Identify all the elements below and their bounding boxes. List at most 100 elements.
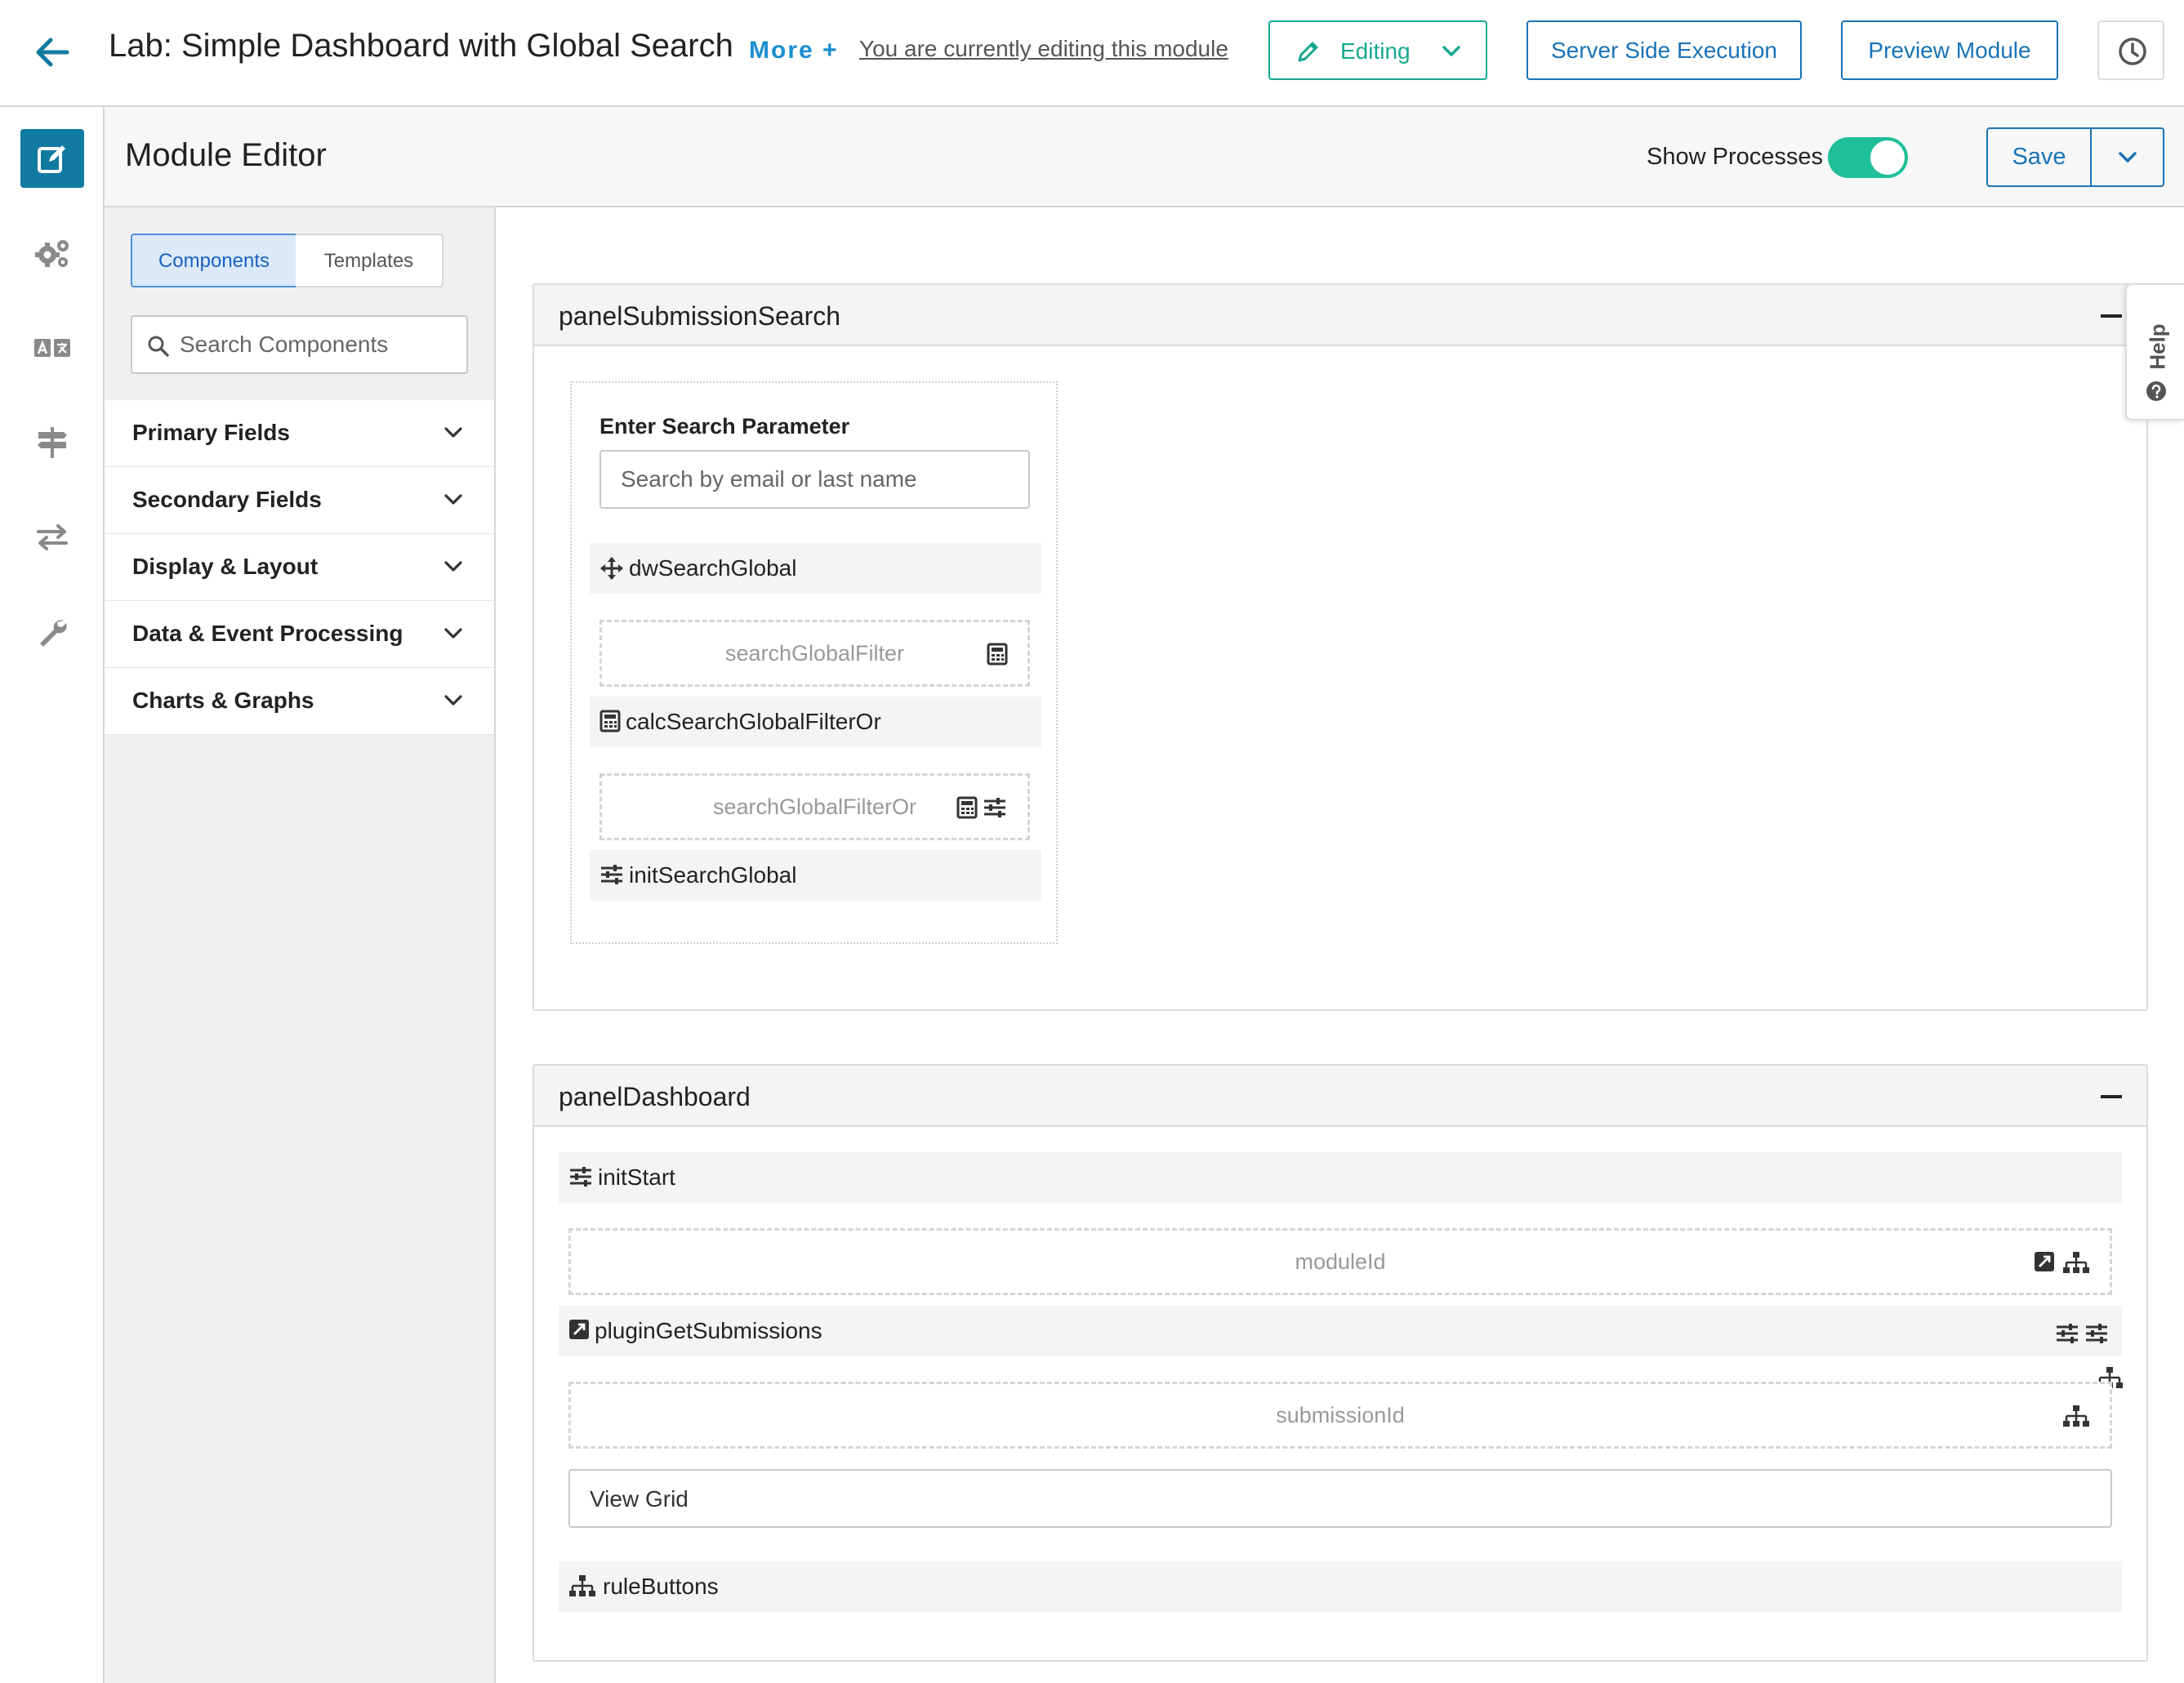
chevron-down-icon <box>1442 46 1460 56</box>
editing-dropdown-button[interactable]: Editing <box>1268 20 1487 80</box>
category-primary-fields[interactable]: Primary Fields <box>105 400 494 467</box>
sliders-icon <box>570 1167 591 1187</box>
search-column-container: Enter Search Parameter dwSearchGlobal se… <box>570 381 1058 944</box>
component-label: initStart <box>598 1164 675 1190</box>
hidden-field-search-global-filter-or[interactable]: searchGlobalFilterOr <box>599 773 1030 840</box>
category-label: Secondary Fields <box>132 487 322 512</box>
help-label: Help <box>2145 323 2170 370</box>
hidden-field-search-global-filter[interactable]: searchGlobalFilter <box>599 620 1030 687</box>
question-circle-icon <box>2146 381 2166 401</box>
server-side-execution-button[interactable]: Server Side Execution <box>1527 20 1802 80</box>
chevron-down-icon <box>444 628 462 639</box>
sitemap-icon <box>2063 1405 2089 1427</box>
search-parameter-input[interactable] <box>599 450 1030 509</box>
component-category-list: Primary Fields Secondary Fields Display … <box>105 400 494 735</box>
collapse-icon[interactable] <box>2101 1095 2122 1098</box>
component-init-search-global[interactable]: initSearchGlobal <box>590 850 1041 901</box>
category-charts-graphs[interactable]: Charts & Graphs <box>105 668 494 735</box>
component-calc-search-global-filter-or[interactable]: calcSearchGlobalFilterOr <box>590 697 1041 747</box>
chevron-down-icon <box>444 561 462 572</box>
search-field-label: Enter Search Parameter <box>599 414 850 439</box>
hidden-field-module-id[interactable]: moduleId <box>568 1228 2112 1295</box>
module-editor-title: Module Editor <box>125 137 327 173</box>
save-options-dropdown[interactable] <box>2092 129 2163 185</box>
panel-header: panelSubmissionSearch <box>534 285 2146 346</box>
tab-templates[interactable]: Templates <box>296 234 443 287</box>
plugin-icon <box>569 1320 589 1339</box>
save-button-group: Save <box>1986 127 2164 187</box>
show-processes-label: Show Processes <box>1647 144 1823 170</box>
component-label: pluginGetSubmissions <box>595 1318 822 1343</box>
help-tab[interactable]: Help <box>2125 283 2184 421</box>
tab-components[interactable]: Components <box>131 234 297 287</box>
module-title: Lab: Simple Dashboard with Global Search <box>109 28 733 64</box>
component-plugin-get-submissions[interactable]: pluginGetSubmissions <box>559 1306 2122 1356</box>
panel-header: panelDashboard <box>534 1066 2146 1127</box>
hidden-field-submission-id[interactable]: submissionId <box>568 1382 2112 1449</box>
rail-data-transfer[interactable] <box>20 508 84 567</box>
chevron-down-icon <box>444 695 462 706</box>
calculator-icon <box>956 796 978 819</box>
component-label: initSearchGlobal <box>629 862 797 888</box>
field-label: moduleId <box>1295 1249 1386 1274</box>
category-label: Charts & Graphs <box>132 688 314 713</box>
editing-status-link[interactable]: You are currently editing this module <box>859 36 1228 62</box>
category-data-event-processing[interactable]: Data & Event Processing <box>105 601 494 668</box>
plugin-icon <box>2035 1252 2054 1271</box>
edit-icon <box>38 145 65 173</box>
sitemap-icon <box>2063 1252 2089 1273</box>
panel-dashboard[interactable]: panelDashboard initStart moduleId plugin… <box>533 1064 2148 1662</box>
category-display-layout[interactable]: Display & Layout <box>105 534 494 601</box>
search-icon <box>148 336 169 357</box>
category-secondary-fields[interactable]: Secondary Fields <box>105 467 494 534</box>
components-sidebar: Components Templates Primary Fields Seco… <box>105 207 496 1683</box>
component-label: dwSearchGlobal <box>629 555 797 581</box>
clock-icon <box>2119 38 2146 65</box>
view-grid-component[interactable]: View Grid <box>568 1469 2112 1528</box>
rail-translations[interactable] <box>20 318 84 377</box>
preview-module-button[interactable]: Preview Module <box>1841 20 2058 80</box>
rail-navigation[interactable] <box>20 413 84 472</box>
category-label: Data & Event Processing <box>132 621 403 646</box>
gears-icon <box>35 240 69 267</box>
move-arrows-icon <box>600 557 623 580</box>
module-editor-header: Module Editor Show Processes Save <box>105 107 2184 207</box>
component-init-start[interactable]: initStart <box>559 1152 2122 1203</box>
field-label: searchGlobalFilter <box>724 641 905 666</box>
history-button[interactable] <box>2097 20 2164 80</box>
calculator-icon <box>987 643 1008 666</box>
component-search-input[interactable] <box>180 327 457 363</box>
translate-icon <box>34 339 70 357</box>
component-rule-buttons[interactable]: ruleButtons <box>559 1561 2122 1612</box>
back-arrow-icon[interactable] <box>29 29 75 75</box>
field-label: submissionId <box>1276 1403 1405 1427</box>
exchange-icon <box>37 524 68 550</box>
wrench-icon <box>40 620 67 647</box>
sliders-icon <box>2086 1324 2107 1343</box>
toggle-knob <box>1870 140 1905 175</box>
calculator-icon <box>599 710 621 732</box>
sliders-icon <box>2057 1324 2078 1343</box>
view-grid-label: View Grid <box>590 1486 689 1512</box>
save-button[interactable]: Save <box>1988 129 2092 185</box>
sliders-icon <box>984 798 1005 817</box>
signpost-icon <box>38 427 67 458</box>
category-label: Display & Layout <box>132 554 319 579</box>
show-processes-toggle[interactable] <box>1828 137 1908 178</box>
chevron-down-icon <box>2119 152 2137 163</box>
rail-settings[interactable] <box>20 224 84 283</box>
rail-module-editor[interactable] <box>20 129 84 188</box>
more-link[interactable]: More + <box>749 37 839 65</box>
left-icon-rail <box>0 107 105 1683</box>
sliders-icon <box>601 865 622 884</box>
category-label: Primary Fields <box>132 420 290 445</box>
pencil-icon <box>1298 42 1318 62</box>
rail-tools[interactable] <box>20 603 84 661</box>
component-dw-search-global[interactable]: dwSearchGlobal <box>590 543 1041 594</box>
editing-label: Editing <box>1340 38 1411 64</box>
panel-submission-search[interactable]: panelSubmissionSearch Enter Search Param… <box>533 283 2148 1011</box>
collapse-icon[interactable] <box>2101 314 2122 318</box>
panel-title: panelSubmissionSearch <box>559 301 841 331</box>
component-label: calcSearchGlobalFilterOr <box>626 709 881 734</box>
component-search-box <box>131 315 468 374</box>
